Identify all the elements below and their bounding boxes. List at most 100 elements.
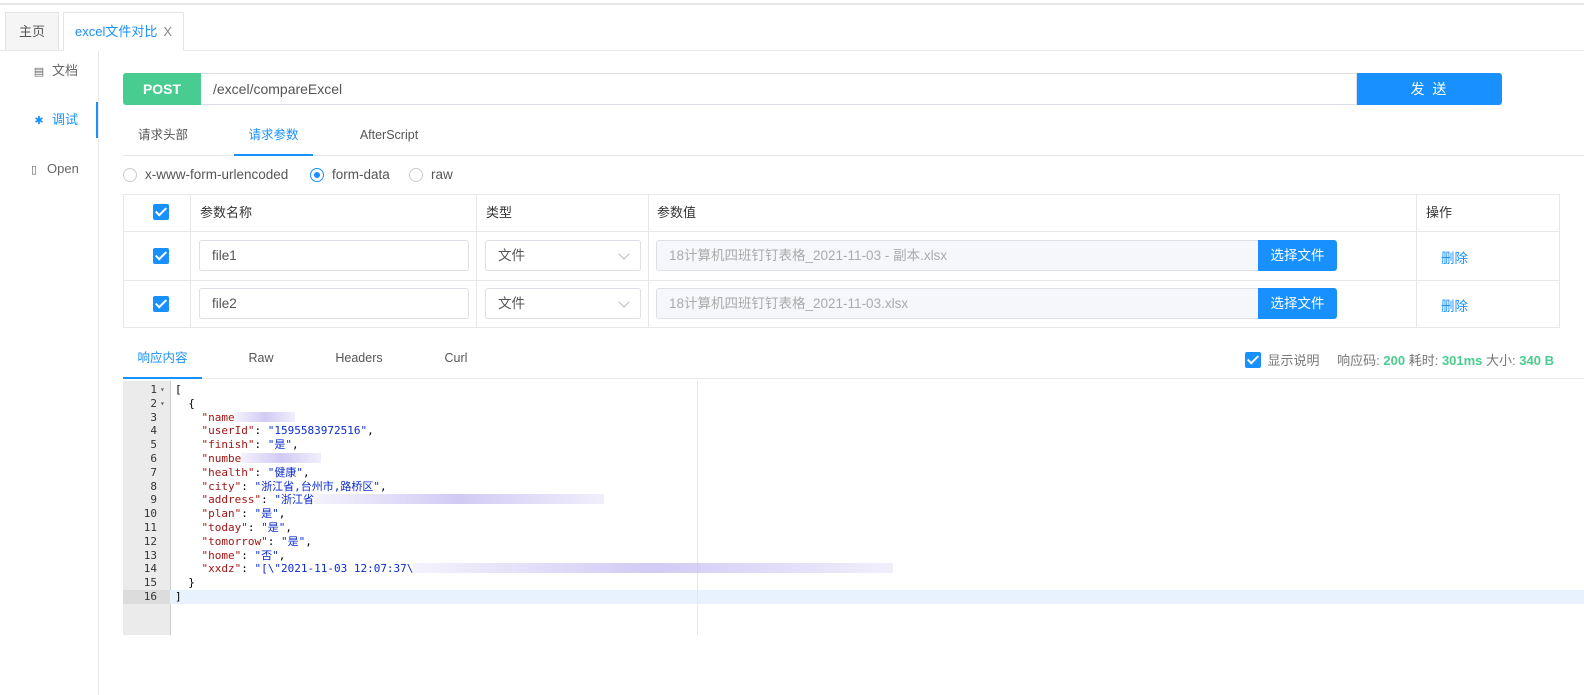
response-size: 340 B [1519, 353, 1554, 368]
radio-form-data[interactable]: form-data [310, 166, 390, 184]
code-line: { [175, 396, 195, 410]
file-path-input: 18计算机四班钉钉表格_2021-11-03.xlsx [656, 288, 1260, 319]
line-number: 6 [150, 452, 157, 465]
status-code: 200 [1383, 353, 1406, 368]
redacted-blur [241, 453, 322, 463]
active-line [170, 590, 1584, 604]
header-action: 操作 [1426, 205, 1453, 220]
sidebar-item-label: 文档 [52, 63, 79, 78]
radio-label: form-data [332, 167, 390, 182]
line-number: 9 [150, 493, 157, 507]
param-name-input[interactable]: file1 [199, 240, 469, 271]
line-number: 16 [143, 590, 157, 603]
line-number: 7 [150, 465, 157, 479]
code-line: [ [175, 383, 182, 396]
radio-urlencoded[interactable]: x-www-form-urlencoded [123, 166, 288, 184]
line-number: 4 [150, 424, 157, 438]
line-number: 2 [150, 396, 157, 410]
response-info: 显示说明 响应码: 200 耗时: 301ms 大小: 340 B [1245, 350, 1554, 369]
line-number: 5 [150, 438, 157, 452]
code-line: "address": "浙江省 [175, 493, 604, 507]
type-select[interactable]: 文件 [485, 240, 641, 271]
sidebar-item-label: 调试 [52, 112, 79, 127]
line-number: 1 [150, 383, 157, 396]
code-line: "xxdz": "[\"2021-11-03 12:07:37\ [175, 562, 894, 576]
code-line: "finish": "是", [175, 438, 299, 452]
send-button[interactable]: 发 送 [1357, 73, 1502, 105]
file-icon: ▯ [30, 164, 38, 176]
code-line: "numbe [175, 452, 322, 466]
row-checkbox[interactable] [153, 296, 169, 312]
code-line: "name [175, 411, 295, 425]
show-desc-checkbox[interactable] [1245, 352, 1262, 368]
line-number: 13 [143, 548, 157, 562]
code-line: "tomorrow": "是", [175, 534, 312, 548]
radio-raw[interactable]: raw [409, 166, 453, 184]
code-line: "city": "浙江省,台州市,路桥区", [175, 479, 387, 493]
url-input[interactable]: /excel/compareExcel [201, 73, 1357, 105]
tab-curl[interactable]: Curl [439, 340, 473, 377]
tab-response-content[interactable]: 响应内容 [123, 340, 202, 379]
code-line: ] [175, 590, 182, 603]
row-checkbox[interactable] [153, 248, 169, 264]
select-all-checkbox[interactable] [153, 204, 169, 220]
code-line: } [175, 576, 195, 590]
redacted-blur [234, 411, 295, 422]
choose-file-button[interactable]: 选择文件 [1258, 288, 1337, 319]
tab-afterscript[interactable]: AfterScript [345, 116, 433, 154]
radio-circle [409, 168, 423, 182]
divider [476, 195, 477, 327]
code-line: "health": "健康", [175, 465, 310, 479]
line-number: 12 [143, 534, 157, 548]
radio-label: raw [431, 167, 453, 182]
param-name-input[interactable]: file2 [199, 288, 469, 319]
radio-circle [123, 168, 137, 182]
tab-label: 主页 [18, 24, 45, 39]
tab-excel-compare[interactable]: excel文件对比 X [63, 12, 184, 51]
sidebar-item-label: Open [47, 161, 79, 176]
select-value: 文件 [498, 296, 525, 311]
sidebar-item-docs[interactable]: ▤ 文档 [0, 53, 98, 89]
header-param-name: 参数名称 [200, 205, 253, 220]
size-label: 大小: [1486, 353, 1516, 368]
fold-arrow-icon[interactable]: ▾ [160, 383, 168, 397]
http-method-badge[interactable]: POST [123, 73, 201, 105]
chevron-down-icon [618, 248, 630, 260]
sidebar-item-open[interactable]: ▯ Open [0, 151, 98, 187]
tab-home[interactable]: 主页 [5, 12, 59, 50]
tab-request-params[interactable]: 请求参数 [234, 116, 313, 156]
tab-headers[interactable]: Headers [331, 340, 387, 377]
code-line: "today": "是", [175, 521, 292, 534]
divider [124, 280, 1559, 281]
print-margin [697, 381, 698, 635]
code-line: "home": "否", [175, 548, 286, 562]
divider [124, 231, 1559, 232]
line-number: 8 [150, 479, 157, 493]
choose-file-button[interactable]: 选择文件 [1258, 240, 1337, 271]
redacted-blur [413, 563, 894, 574]
divider [648, 195, 649, 327]
line-number: 11 [143, 521, 157, 534]
params-table: 参数名称 类型 参数值 操作 file1 文件 18计算机四班钉钉表格_2021… [123, 194, 1560, 328]
tab-request-headers[interactable]: 请求头部 [123, 116, 203, 154]
line-number: 15 [143, 576, 157, 590]
code-label: 响应码: [1337, 353, 1380, 368]
type-select[interactable]: 文件 [485, 288, 641, 319]
tab-raw[interactable]: Raw [241, 340, 281, 377]
show-desc-label: 显示说明 [1267, 353, 1320, 368]
sidebar: ▤ 文档 ✱ 调试 ▯ Open [0, 51, 99, 695]
delete-link[interactable]: 删除 [1441, 295, 1468, 315]
code-line: "userId": "1595583972516", [175, 424, 374, 438]
select-value: 文件 [498, 248, 525, 263]
fold-arrow-icon[interactable]: ▾ [160, 397, 168, 411]
file-path-input: 18计算机四班钉钉表格_2021-11-03 - 副本.xlsx [656, 240, 1260, 271]
radio-label: x-www-form-urlencoded [145, 167, 289, 182]
bug-icon: ✱ [34, 115, 44, 127]
sidebar-item-debug[interactable]: ✱ 调试 [0, 102, 98, 138]
delete-link[interactable]: 删除 [1441, 247, 1468, 267]
line-number: 10 [143, 507, 157, 521]
close-icon[interactable]: X [163, 24, 172, 39]
time-label: 耗时: [1408, 353, 1439, 368]
response-editor[interactable]: 1 ▾ [2 ▾ {3 "name 4 "userId": "1595583972516… [123, 381, 1584, 635]
chevron-down-icon [618, 296, 630, 308]
